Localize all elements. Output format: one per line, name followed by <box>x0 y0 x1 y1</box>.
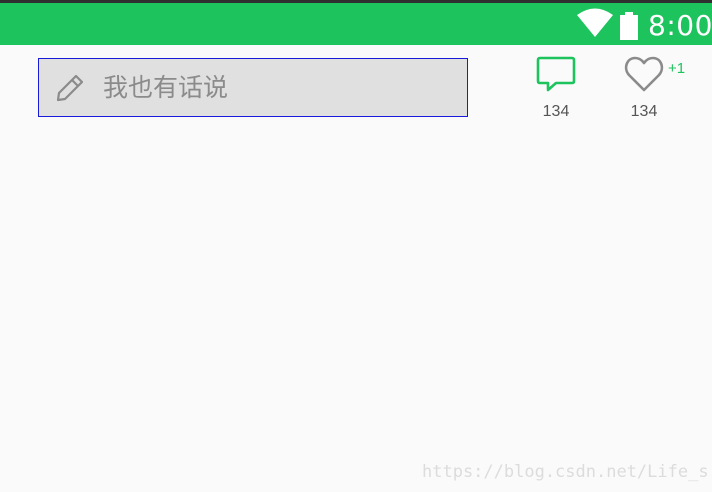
pencil-icon <box>56 74 84 102</box>
status-clock: 8:00 <box>648 9 712 42</box>
watermark-text: https://blog.csdn.net/Life_s <box>422 462 709 482</box>
likes-count: 134 <box>630 103 658 120</box>
status-bar: 8:00 <box>0 3 712 45</box>
comment-input[interactable]: 我也有话说 <box>38 58 468 117</box>
like-button[interactable]: 134 <box>614 55 674 125</box>
battery-icon <box>620 12 638 40</box>
wifi-icon <box>577 8 613 37</box>
like-increment-badge: +1 <box>668 60 686 77</box>
heart-icon <box>624 56 664 92</box>
comment-icon <box>536 56 576 92</box>
comment-input-placeholder: 我也有话说 <box>103 73 229 102</box>
comments-count: 134 <box>542 103 570 120</box>
comments-button[interactable]: 134 <box>526 55 586 125</box>
